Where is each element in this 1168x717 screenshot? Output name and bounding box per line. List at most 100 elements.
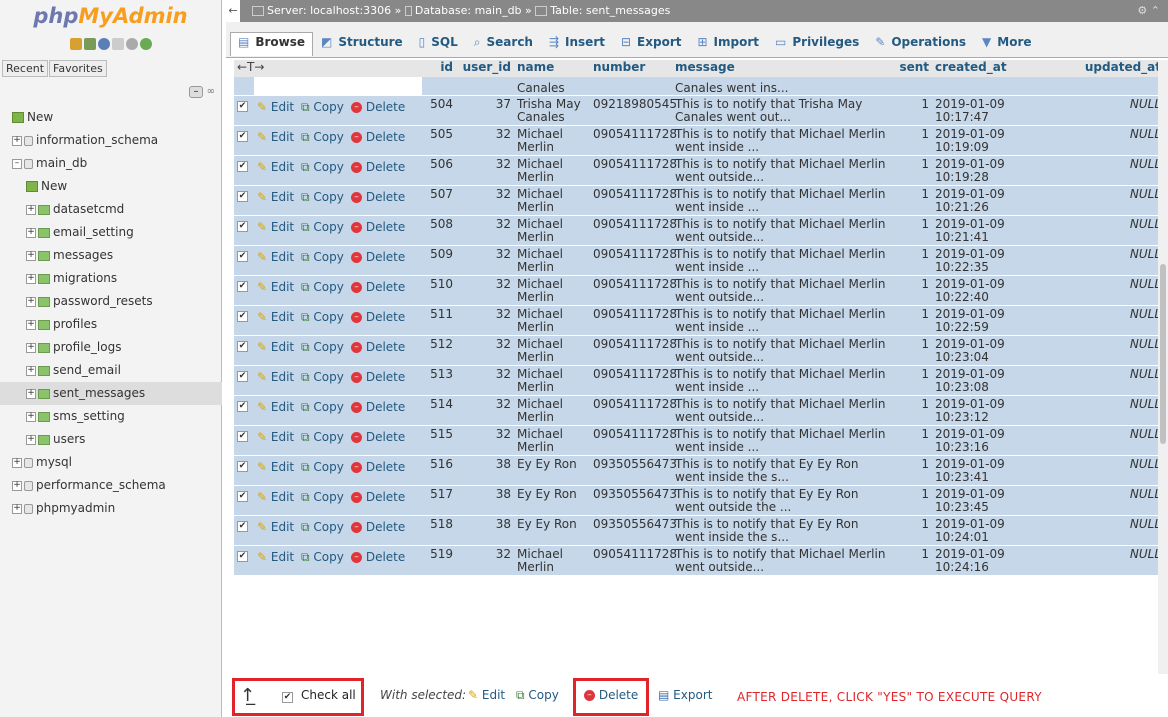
copy-link[interactable]: ⧉ Copy — [298, 155, 348, 186]
tree-item-mysql[interactable]: + mysql — [0, 451, 222, 474]
edit-link[interactable]: ✎ Edit — [254, 155, 298, 186]
tree-item-label[interactable]: profile_logs — [53, 340, 121, 354]
copy-link[interactable]: ⧉ Copy — [298, 545, 348, 576]
delete-link[interactable]: – Delete — [348, 155, 423, 186]
tree-item-label[interactable]: New — [41, 179, 67, 193]
copy-link[interactable]: ⧉ Copy — [298, 365, 348, 396]
copy-link[interactable]: ⧉ Copy — [298, 305, 348, 336]
table-row[interactable]: ✔ ✎ Edit ⧉ Copy – Delete 505 32 Michael Merlin… — [234, 125, 1164, 156]
bulk-export-button[interactable]: ▤ Export — [658, 688, 712, 702]
tree-item-datasetcmd[interactable]: + datasetcmd — [0, 198, 222, 221]
table-row[interactable]: ✔ ✎ Edit ⧉ Copy – Delete 510 32 Michael Merlin… — [234, 275, 1164, 306]
expand-icon[interactable]: + — [26, 365, 36, 376]
expand-icon[interactable]: + — [26, 227, 36, 238]
copy-link[interactable]: ⧉ Copy — [298, 275, 348, 306]
edit-link[interactable]: ✎ Edit — [254, 515, 298, 546]
edit-link[interactable]: ✎ Edit — [254, 95, 298, 126]
table-row[interactable]: ✔ ✎ Edit ⧉ Copy – Delete 508 32 Michael Merlin… — [234, 215, 1164, 246]
delete-link[interactable]: – Delete — [348, 245, 423, 276]
edit-link[interactable]: ✎ Edit — [254, 485, 298, 516]
row-checkbox[interactable]: ✔ — [237, 431, 248, 442]
row-checkbox[interactable]: ✔ — [237, 221, 248, 232]
tab-more[interactable]: ▼ More — [974, 32, 1039, 56]
row-checkbox[interactable]: ✔ — [237, 131, 248, 142]
tree-item-label[interactable]: phpmyadmin — [36, 501, 115, 515]
row-checkbox[interactable]: ✔ — [237, 401, 248, 412]
tree-item-new[interactable]: New — [0, 175, 222, 198]
column-header-user-id[interactable]: user_id — [456, 60, 515, 77]
copy-link[interactable]: ⧉ Copy — [298, 125, 348, 156]
table-row[interactable]: ✔ ✎ Edit ⧉ Copy – Delete 515 32 Michael Merlin… — [234, 425, 1164, 456]
copy-link[interactable]: ⧉ Copy — [298, 185, 348, 216]
sort-arrows[interactable]: ←T→ — [234, 60, 423, 77]
tab-privileges[interactable]: ▭ Privileges — [767, 32, 867, 56]
tree-item-profile-logs[interactable]: + profile_logs — [0, 336, 222, 359]
gear-icon[interactable] — [125, 38, 138, 50]
tree-item-label[interactable]: datasetcmd — [53, 202, 124, 216]
tree-item-migrations[interactable]: + migrations — [0, 267, 222, 290]
tree-item-label[interactable]: information_schema — [36, 133, 158, 147]
delete-link[interactable]: – Delete — [348, 95, 423, 126]
row-checkbox[interactable]: ✔ — [237, 161, 248, 172]
row-checkbox[interactable]: ✔ — [237, 461, 248, 472]
delete-link[interactable]: – Delete — [348, 125, 423, 156]
settings-gear-icon[interactable]: ⚙ ⌃ — [1137, 0, 1160, 22]
tree-item-label[interactable]: send_email — [53, 363, 121, 377]
column-header-message[interactable]: message — [672, 60, 893, 77]
edit-link[interactable]: ✎ Edit — [254, 275, 298, 306]
row-checkbox[interactable]: ✔ — [237, 551, 248, 562]
table-row[interactable]: ✔ ✎ Edit ⧉ Copy – Delete 519 32 Michael Merlin… — [234, 545, 1164, 576]
tab-export[interactable]: ⊟ Export — [613, 32, 690, 56]
table-row[interactable]: ✔ ✎ Edit ⧉ Copy – Delete 514 32 Michael Merlin… — [234, 395, 1164, 426]
row-checkbox[interactable]: ✔ — [237, 281, 248, 292]
copy-link[interactable]: ⧉ Copy — [298, 395, 348, 426]
table-row[interactable]: ✔ ✎ Edit ⧉ Copy – Delete 506 32 Michael Merlin… — [234, 155, 1164, 186]
tree-item-label[interactable]: profiles — [53, 317, 97, 331]
expand-icon[interactable]: + — [26, 319, 36, 330]
delete-link[interactable]: – Delete — [348, 545, 423, 576]
tab-operations[interactable]: ✎ Operations — [867, 32, 974, 56]
table-row[interactable]: ✔ ✎ Edit ⧉ Copy – Delete 512 32 Michael Merlin… — [234, 335, 1164, 366]
edit-link[interactable]: ✎ Edit — [254, 305, 298, 336]
tab-recent[interactable]: Recent — [2, 60, 49, 77]
delete-link[interactable]: – Delete — [348, 185, 423, 216]
edit-link[interactable]: ✎ Edit — [254, 215, 298, 246]
tab-import[interactable]: ⊞ Import — [689, 32, 767, 56]
collapse-all-icon[interactable]: – — [189, 86, 203, 98]
delete-link[interactable]: – Delete — [348, 515, 423, 546]
copy-link[interactable]: ⧉ Copy — [298, 215, 348, 246]
breadcrumb-table[interactable]: Table: sent_messages — [550, 4, 670, 17]
home-icon[interactable] — [69, 38, 82, 50]
row-checkbox[interactable]: ✔ — [237, 341, 248, 352]
tab-favorites[interactable]: Favorites — [49, 60, 107, 77]
link-with-main-icon[interactable]: ∞ — [207, 86, 215, 97]
tab-structure[interactable]: ◩ Structure — [313, 32, 411, 56]
delete-link[interactable]: – Delete — [348, 335, 423, 366]
expand-icon[interactable]: + — [26, 411, 36, 422]
row-checkbox[interactable]: ✔ — [237, 491, 248, 502]
bulk-copy-button[interactable]: ⧉ Copy — [516, 688, 559, 703]
tree-item-send-email[interactable]: + send_email — [0, 359, 222, 382]
edit-link[interactable]: ✎ Edit — [254, 245, 298, 276]
tree-item-label[interactable]: New — [27, 110, 53, 124]
delete-link[interactable]: – Delete — [348, 215, 423, 246]
expand-icon[interactable]: + — [26, 204, 36, 215]
table-row[interactable]: ✔ ✎ Edit ⧉ Copy – Delete 507 32 Michael Merlin… — [234, 185, 1164, 216]
scrollbar-thumb[interactable] — [1160, 264, 1166, 444]
expand-icon[interactable]: + — [12, 503, 22, 514]
phpmyadmin-logo[interactable]: phpMyAdmin — [0, 0, 221, 38]
check-all-checkbox[interactable]: ✔ Check all — [282, 688, 356, 703]
delete-link[interactable]: – Delete — [348, 395, 423, 426]
edit-link[interactable]: ✎ Edit — [254, 395, 298, 426]
copy-link[interactable]: ⧉ Copy — [298, 425, 348, 456]
tree-item-label[interactable]: sent_messages — [53, 386, 145, 400]
edit-link[interactable]: ✎ Edit — [254, 545, 298, 576]
tree-item-phpmyadmin[interactable]: + phpmyadmin — [0, 497, 222, 520]
tree-item-email-setting[interactable]: + email_setting — [0, 221, 222, 244]
logout-icon[interactable] — [83, 38, 96, 50]
delete-link[interactable]: – Delete — [348, 425, 423, 456]
tree-item-main-db[interactable]: – main_db — [0, 152, 222, 175]
tree-item-label[interactable]: performance_schema — [36, 478, 166, 492]
edit-link[interactable]: ✎ Edit — [254, 335, 298, 366]
tree-item-sent-messages[interactable]: + sent_messages — [0, 382, 222, 405]
